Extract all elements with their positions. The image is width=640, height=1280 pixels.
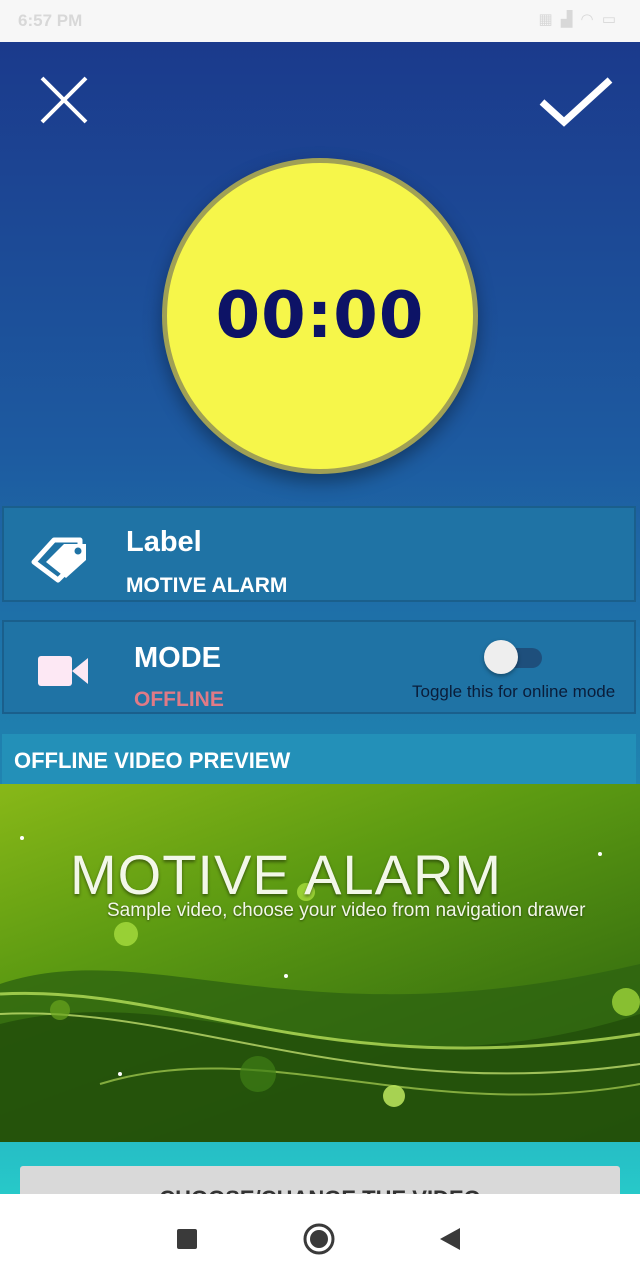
alarm-screen: 00:00 Label MOTIVE ALARM MODE OFFLINE To… — [0, 42, 640, 1194]
tag-icon — [28, 532, 92, 589]
close-button[interactable] — [36, 72, 96, 132]
home-button[interactable] — [302, 1222, 336, 1261]
toggle-hint: Toggle this for online mode — [412, 682, 616, 701]
battery-icon: ▭ — [601, 11, 618, 28]
label-card[interactable]: Label MOTIVE ALARM — [2, 506, 636, 602]
close-icon — [40, 76, 88, 124]
label-value: MOTIVE ALARM — [126, 574, 288, 597]
video-title: MOTIVE ALARM — [70, 843, 503, 906]
signal-icon: ▟ — [560, 11, 575, 28]
choose-video-label: CHOOSE/CHANGE THE VIDEO — [20, 1186, 620, 1194]
online-mode-toggle[interactable] — [484, 640, 544, 674]
status-bar: 6:57 PM ▦ ▟ ◠ ▭ — [0, 0, 640, 42]
home-icon — [303, 1223, 335, 1255]
preview-header: OFFLINE VIDEO PREVIEW — [2, 734, 636, 784]
back-icon — [440, 1228, 460, 1250]
video-subtitle: Sample video, choose your video from nav… — [107, 900, 586, 921]
mode-title: MODE — [134, 642, 221, 674]
label-title: Label — [126, 526, 202, 558]
wifi-icon: ◠ — [580, 11, 596, 28]
navigation-bar — [0, 1194, 640, 1280]
status-time: 6:57 PM — [18, 11, 83, 30]
mode-card: MODE OFFLINE Toggle this for online mode — [2, 620, 636, 714]
video-camera-icon — [38, 654, 90, 693]
video-preview[interactable]: MOTIVE ALARM Sample video, choose your v… — [0, 784, 640, 1142]
mode-value: OFFLINE — [134, 688, 224, 711]
status-icons: ▦ ▟ ◠ ▭ — [538, 10, 618, 28]
toggle-knob — [484, 640, 518, 674]
preview-header-text: OFFLINE VIDEO PREVIEW — [14, 748, 291, 773]
recents-button[interactable] — [176, 1228, 198, 1255]
check-icon — [539, 77, 613, 127]
back-button[interactable] — [438, 1226, 462, 1257]
video-background-art — [0, 836, 640, 1142]
timer-display[interactable]: 00:00 — [162, 158, 478, 474]
timer-text: 00:00 — [215, 279, 425, 353]
recents-icon — [177, 1229, 197, 1249]
choose-video-button[interactable]: CHOOSE/CHANGE THE VIDEO — [20, 1166, 620, 1194]
calendar-icon: ▦ — [538, 11, 555, 28]
confirm-button[interactable] — [536, 72, 616, 132]
